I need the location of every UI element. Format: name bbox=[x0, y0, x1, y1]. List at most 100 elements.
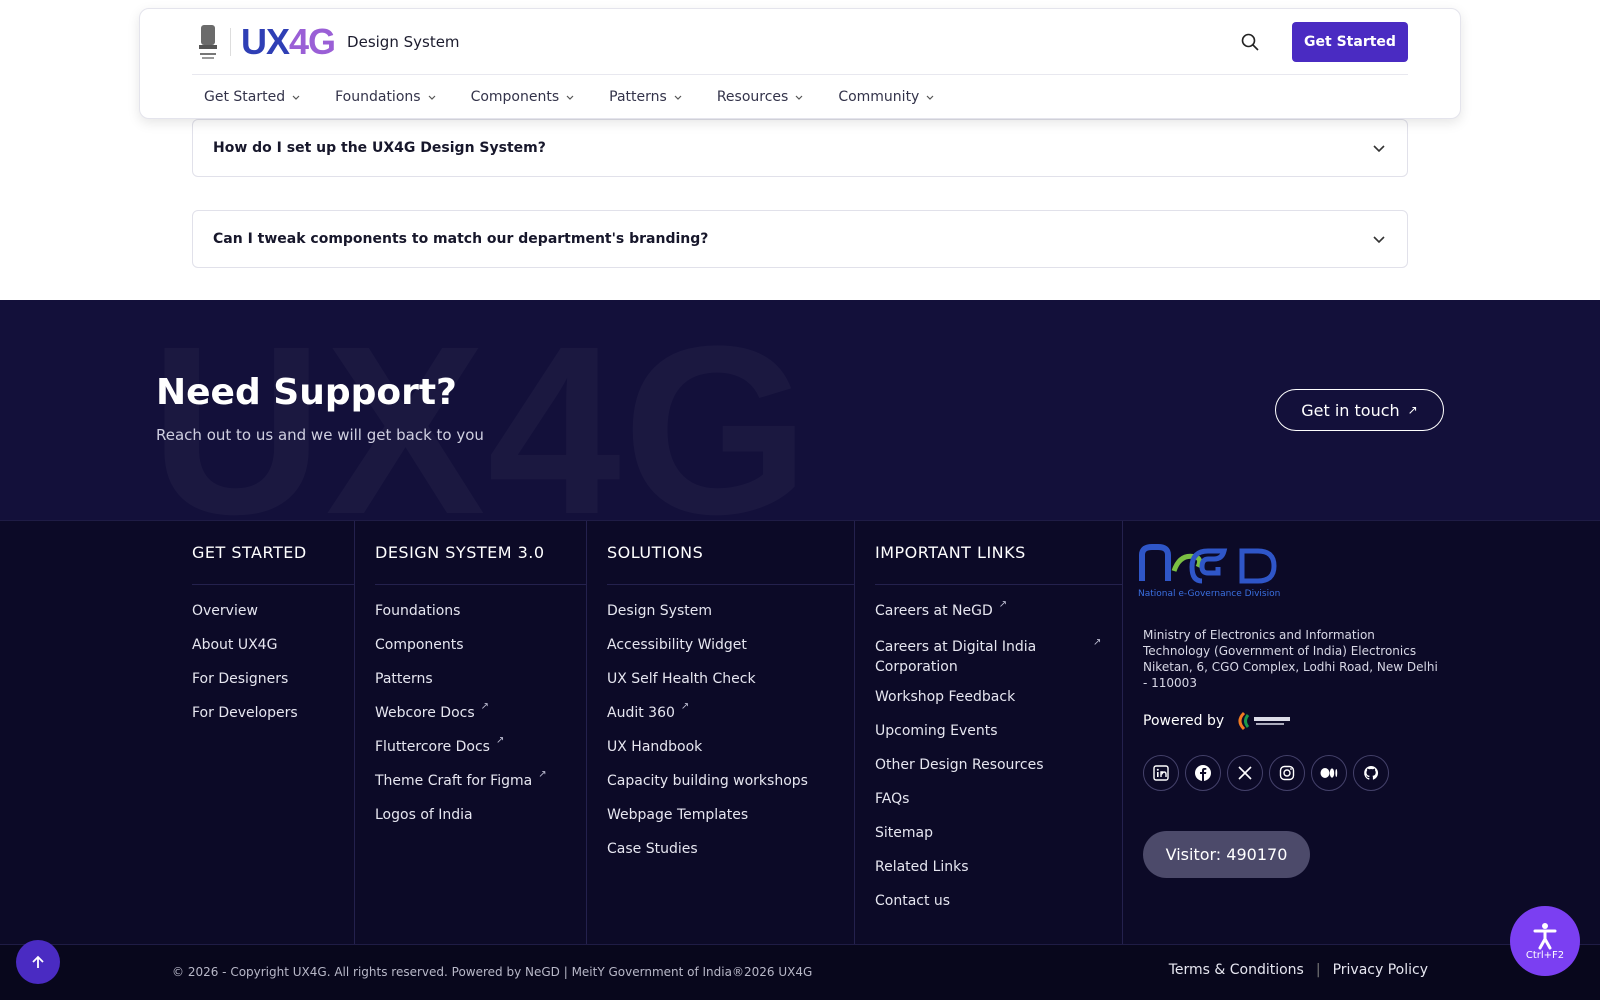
logo-4g-text[interactable]: 4G bbox=[289, 21, 336, 63]
footer-link[interactable]: Foundations bbox=[375, 601, 586, 635]
nav-get-started[interactable]: Get Started bbox=[204, 89, 301, 105]
national-emblem-logo[interactable] bbox=[196, 23, 220, 61]
logo-ux-text[interactable]: UX bbox=[241, 21, 290, 63]
footer-link-external[interactable]: Fluttercore Docs ↗ bbox=[375, 735, 586, 771]
footer-link[interactable]: Case Studies bbox=[607, 839, 854, 873]
footer-link[interactable]: Sitemap bbox=[875, 823, 1122, 857]
faq-item[interactable]: How do I set up the UX4G Design System? bbox=[192, 119, 1408, 177]
get-started-button[interactable]: Get Started bbox=[1292, 21, 1408, 62]
search-icon bbox=[1241, 33, 1259, 51]
arrow-up-right-icon: ↗ bbox=[1407, 403, 1418, 417]
site-header: UX 4G Design System Get Started Get Start… bbox=[139, 8, 1461, 119]
footer-link-external[interactable]: Theme Craft for Figma ↗ bbox=[375, 769, 586, 805]
instagram-icon bbox=[1279, 765, 1295, 781]
nav-foundations[interactable]: Foundations bbox=[335, 89, 436, 105]
get-in-touch-label: Get in touch bbox=[1301, 400, 1400, 420]
footer-link[interactable]: Components bbox=[375, 635, 586, 669]
terms-link[interactable]: Terms & Conditions bbox=[1169, 962, 1304, 978]
external-link-icon: ↗ bbox=[495, 735, 505, 746]
social-links bbox=[1143, 755, 1395, 791]
chevron-down-icon bbox=[674, 95, 682, 100]
logo-subtitle: Design System bbox=[347, 32, 460, 51]
footer-link[interactable]: Patterns bbox=[375, 669, 586, 703]
footer-link[interactable]: Capacity building workshops bbox=[607, 771, 854, 805]
chevron-down-icon bbox=[926, 95, 934, 100]
footer-link[interactable]: Related Links bbox=[875, 857, 1122, 891]
footer-link-external[interactable]: Webcore Docs ↗ bbox=[375, 701, 586, 737]
footer-link[interactable]: Overview bbox=[192, 601, 354, 635]
powered-by: Powered by bbox=[1143, 709, 1294, 733]
instagram-link[interactable] bbox=[1269, 755, 1305, 791]
footer-column-title: IMPORTANT LINKS bbox=[875, 521, 1122, 585]
footer-link[interactable]: Design System bbox=[607, 601, 854, 635]
footer-link[interactable]: UX Handbook bbox=[607, 737, 854, 771]
footer-link-external[interactable]: Careers at NeGD ↗ bbox=[875, 599, 1122, 635]
powered-by-label: Powered by bbox=[1143, 713, 1225, 729]
github-link[interactable] bbox=[1353, 755, 1389, 791]
footer-bottom-bar: © 2026 - Copyright UX4G. All rights rese… bbox=[0, 944, 1600, 1000]
logo-divider bbox=[230, 27, 231, 56]
footer-link[interactable]: UX Self Health Check bbox=[607, 669, 854, 703]
search-button[interactable] bbox=[1238, 30, 1262, 54]
footer-column-design-system: DESIGN SYSTEM 3.0 Foundations Components… bbox=[354, 521, 586, 945]
footer-link-label: Careers at NeGD bbox=[875, 603, 993, 619]
nav-label: Patterns bbox=[609, 89, 667, 105]
scroll-to-top-button[interactable] bbox=[16, 940, 60, 984]
chevron-down-icon bbox=[566, 95, 574, 100]
footer-link[interactable]: Contact us bbox=[875, 891, 1122, 925]
arrow-up-icon bbox=[32, 955, 44, 968]
footer-link[interactable]: For Developers bbox=[192, 703, 354, 737]
chevron-down-icon bbox=[428, 95, 435, 100]
footer-link-label: Webcore Docs bbox=[375, 705, 475, 721]
footer-link[interactable]: Logos of India bbox=[375, 805, 586, 839]
nav-label: Community bbox=[838, 89, 920, 105]
footer-link[interactable]: Workshop Feedback bbox=[875, 687, 1122, 721]
footer-column-solutions: SOLUTIONS Design System Accessibility Wi… bbox=[586, 521, 854, 945]
visitor-counter: Visitor: 490170 bbox=[1143, 831, 1310, 878]
footer-link-label: Audit 360 bbox=[607, 705, 675, 721]
digital-india-logo[interactable] bbox=[1234, 709, 1294, 733]
medium-link[interactable] bbox=[1311, 755, 1347, 791]
footer-link[interactable]: About UX4G bbox=[192, 635, 354, 669]
footer-column-get-started: GET STARTED Overview About UX4G For Desi… bbox=[192, 521, 354, 945]
support-title: Need Support? bbox=[156, 372, 457, 413]
linkedin-link[interactable] bbox=[1143, 755, 1179, 791]
nav-community[interactable]: Community bbox=[838, 89, 935, 105]
negd-logo[interactable]: National e-Governance Division bbox=[1138, 543, 1288, 599]
footer-link[interactable]: Other Design Resources bbox=[875, 755, 1122, 789]
faq-item[interactable]: Can I tweak components to match our depa… bbox=[192, 210, 1408, 268]
get-in-touch-button[interactable]: Get in touch ↗ bbox=[1275, 389, 1444, 431]
footer-link[interactable]: Upcoming Events bbox=[875, 721, 1122, 755]
footer-link-external[interactable]: Careers at Digital India Corporation ↗ bbox=[875, 635, 1122, 687]
support-banner: UX4G Need Support? Reach out to us and w… bbox=[0, 300, 1600, 520]
nav-resources[interactable]: Resources bbox=[717, 89, 805, 105]
negd-tagline: National e-Governance Division bbox=[1138, 589, 1280, 599]
github-icon bbox=[1364, 765, 1379, 780]
facebook-link[interactable] bbox=[1185, 755, 1221, 791]
nav-label: Resources bbox=[716, 89, 789, 105]
main-nav: Get Started Foundations Components Patte… bbox=[192, 75, 957, 119]
footer-link-external[interactable]: Audit 360 ↗ bbox=[607, 701, 854, 737]
nav-patterns[interactable]: Patterns bbox=[609, 89, 683, 105]
footer-link[interactable]: Accessibility Widget bbox=[607, 635, 854, 669]
visitor-label: Visitor: bbox=[1165, 845, 1222, 864]
nav-components[interactable]: Components bbox=[471, 89, 576, 105]
footer-column-title: DESIGN SYSTEM 3.0 bbox=[375, 521, 586, 585]
footer-link-label: Careers at Digital India Corporation bbox=[875, 639, 1037, 675]
privacy-link[interactable]: Privacy Policy bbox=[1333, 962, 1428, 978]
external-link-icon: ↗ bbox=[538, 769, 547, 780]
footer-column-title: SOLUTIONS bbox=[607, 521, 854, 585]
footer-link[interactable]: Webpage Templates bbox=[607, 805, 854, 839]
external-link-icon: ↗ bbox=[1093, 637, 1102, 648]
footer-link[interactable]: For Designers bbox=[192, 669, 354, 703]
x-link[interactable] bbox=[1227, 755, 1263, 791]
footer-column-title: GET STARTED bbox=[192, 521, 354, 585]
linkedin-icon bbox=[1153, 765, 1169, 781]
footer-column-important-links: IMPORTANT LINKS Careers at NeGD ↗ Careers… bbox=[854, 521, 1122, 945]
footer-link[interactable]: FAQs bbox=[875, 789, 1122, 823]
accessibility-widget-button[interactable]: Ctrl+F2 bbox=[1510, 906, 1580, 976]
external-link-icon: ↗ bbox=[998, 599, 1008, 610]
external-link-icon: ↗ bbox=[680, 701, 690, 712]
accessibility-shortcut: Ctrl+F2 bbox=[1525, 949, 1565, 961]
x-icon bbox=[1238, 766, 1252, 780]
